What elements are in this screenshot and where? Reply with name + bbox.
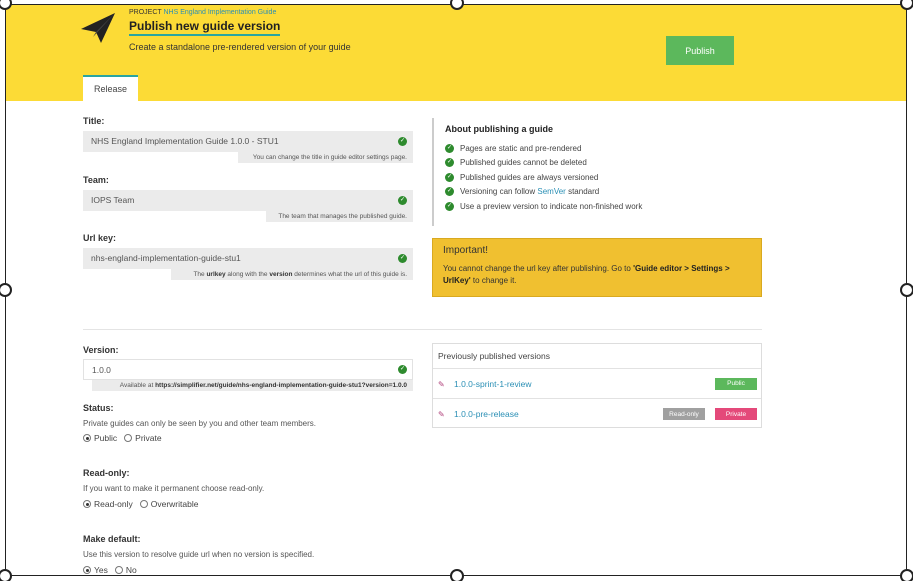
- check-circle-icon: ✓: [445, 158, 454, 168]
- make-default-help: Use this version to resolve guide url wh…: [83, 550, 315, 559]
- important-notice: Important! You cannot change the url key…: [432, 238, 762, 297]
- about-item: ✓ Published guides are always versioned: [445, 172, 599, 182]
- document-icon: ✎: [438, 379, 445, 389]
- version-link[interactable]: 1.0.0-pre-release: [454, 409, 519, 419]
- make-default-label: Make default:: [83, 534, 141, 544]
- resize-handle-top-right[interactable]: [900, 0, 913, 10]
- project-link[interactable]: NHS England Implementation Guide: [164, 9, 277, 16]
- project-breadcrumb: PROJECT NHS England Implementation Guide: [129, 9, 276, 16]
- title-label: Title:: [83, 116, 105, 126]
- title-hint: You can change the title in guide editor…: [238, 152, 413, 163]
- check-circle-icon: ✓: [398, 365, 407, 374]
- publish-button[interactable]: Publish: [666, 36, 734, 65]
- version-hint: Available at https://simplifier.net/guid…: [92, 380, 413, 391]
- team-hint: The team that manages the published guid…: [266, 211, 413, 222]
- readonly-radio-group: Read-only Overwritable: [83, 499, 198, 509]
- check-circle-icon: ✓: [398, 254, 407, 263]
- check-circle-icon: ✓: [445, 143, 454, 153]
- team-field[interactable]: IOPS Team: [83, 190, 413, 211]
- private-badge: Private: [715, 408, 757, 420]
- team-field-value: IOPS Team: [91, 195, 135, 205]
- check-circle-icon: ✓: [445, 172, 454, 182]
- status-private-radio[interactable]: [124, 434, 133, 442]
- about-item: ✓ Versioning can follow SemVer standard: [445, 187, 600, 197]
- resize-handle-bottom-left[interactable]: [0, 569, 12, 581]
- team-label: Team:: [83, 175, 109, 185]
- resize-handle-bottom-right[interactable]: [900, 569, 913, 581]
- title-field-value: NHS England Implementation Guide 1.0.0 -…: [91, 136, 279, 146]
- page-title: Publish new guide version: [129, 19, 281, 36]
- default-no-radio[interactable]: [114, 566, 123, 574]
- about-item: ✓ Pages are static and pre-rendered: [445, 143, 582, 153]
- version-row: ✎ 1.0.0-pre-release Read-only Private: [433, 399, 761, 429]
- version-link[interactable]: 1.0.0-sprint-1-review: [454, 379, 531, 389]
- paper-plane-icon: [81, 13, 115, 43]
- default-yes-radio[interactable]: [83, 566, 91, 574]
- about-item: ✓ Use a preview version to indicate non-f…: [445, 201, 643, 211]
- overwritable-radio[interactable]: [139, 500, 148, 508]
- about-title: About publishing a guide: [445, 124, 553, 134]
- make-default-radio-group: Yes No: [83, 565, 137, 575]
- screenshot-frame: PROJECT NHS England Implementation Guide…: [5, 4, 907, 576]
- readonly-badge: Read-only: [663, 408, 705, 420]
- document-icon: ✎: [438, 410, 445, 419]
- section-divider: [83, 329, 762, 330]
- previous-versions-title: Previously published versions: [433, 344, 761, 369]
- readonly-radio[interactable]: [83, 500, 91, 508]
- status-radio-group: Public Private: [83, 433, 162, 443]
- readonly-label: Read-only:: [83, 468, 130, 478]
- url-key-label: Url key:: [83, 233, 117, 243]
- semver-link[interactable]: SemVer: [537, 187, 565, 196]
- public-badge: Public: [715, 377, 757, 390]
- url-key-hint: The urlkey along with the version determ…: [171, 269, 413, 280]
- previous-versions-panel: Previously published versions ✎ 1.0.0-sp…: [432, 343, 762, 428]
- version-field-value: 1.0.0: [92, 365, 111, 375]
- about-item: ✓ Published guides cannot be deleted: [445, 158, 587, 168]
- resize-handle-bottom-center[interactable]: [450, 569, 464, 581]
- important-text: You cannot change the url key after publ…: [443, 264, 730, 285]
- url-key-field[interactable]: nhs-england-implementation-guide-stu1: [83, 248, 413, 269]
- page-header: PROJECT NHS England Implementation Guide…: [6, 5, 906, 101]
- resize-handle-middle-right[interactable]: [900, 283, 913, 297]
- status-label: Status:: [83, 403, 114, 413]
- version-field[interactable]: 1.0.0: [83, 359, 413, 380]
- check-circle-icon: ✓: [398, 196, 407, 205]
- url-key-field-value: nhs-england-implementation-guide-stu1: [91, 253, 241, 263]
- title-field[interactable]: NHS England Implementation Guide 1.0.0 -…: [83, 131, 413, 152]
- version-label: Version:: [83, 345, 119, 355]
- project-prefix: PROJECT: [129, 9, 162, 16]
- status-help: Private guides can only be seen by you a…: [83, 419, 317, 428]
- important-title: Important!: [443, 245, 489, 256]
- check-circle-icon: ✓: [445, 187, 454, 197]
- status-public-radio[interactable]: [83, 434, 91, 442]
- page-subtitle: Create a standalone pre-rendered version…: [129, 42, 351, 52]
- about-publishing-panel: About publishing a guide ✓ Pages are stat…: [432, 118, 762, 226]
- check-circle-icon: ✓: [445, 201, 454, 211]
- tab-release[interactable]: Release: [83, 75, 138, 101]
- check-circle-icon: ✓: [398, 137, 407, 146]
- readonly-help: If you want to make it permanent choose …: [83, 484, 265, 493]
- version-row: ✎ 1.0.0-sprint-1-review Public: [433, 369, 761, 399]
